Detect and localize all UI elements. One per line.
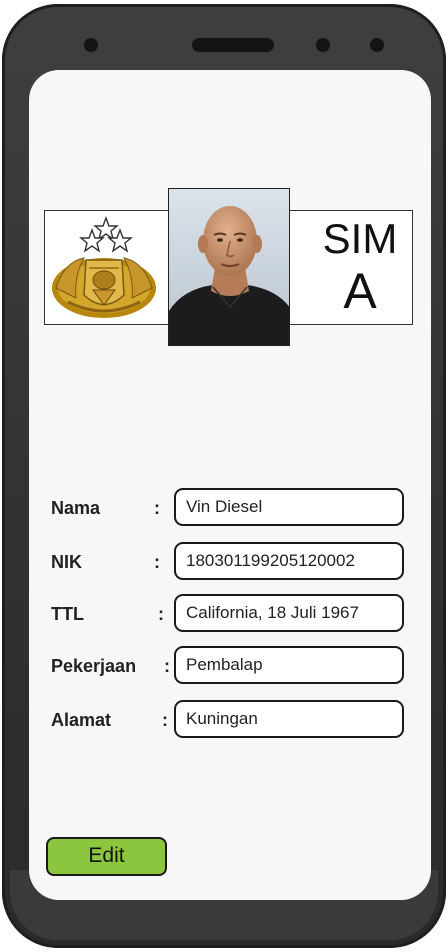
portrait-photo xyxy=(168,188,290,346)
field-colon: : xyxy=(162,710,168,730)
field-colon: : xyxy=(164,656,170,676)
sensor-dot-icon xyxy=(316,38,330,52)
license-title: SIM xyxy=(322,215,398,262)
field-row-nik: NIK : 180301199205120002 xyxy=(51,542,411,584)
field-label: TTL xyxy=(51,604,84,624)
field-label: Nama xyxy=(51,498,101,518)
license-class: A xyxy=(343,263,377,319)
field-row-pekerjaan: Pekerjaan : Pembalap xyxy=(51,646,411,688)
earpiece-speaker xyxy=(192,38,274,52)
field-row-alamat: Alamat : Kuningan xyxy=(51,700,411,742)
field-label: NIK xyxy=(51,552,82,572)
edit-button[interactable]: Edit xyxy=(46,837,167,876)
field-label: Alamat xyxy=(51,710,112,730)
front-camera-icon xyxy=(84,38,98,52)
ttl-field[interactable]: California, 18 Juli 1967 xyxy=(174,594,404,632)
nama-field[interactable]: Vin Diesel xyxy=(174,488,404,526)
alamat-field[interactable]: Kuningan xyxy=(174,700,404,738)
license-type: SIM A xyxy=(305,215,415,319)
field-colon: : xyxy=(154,552,160,572)
police-emblem-icon xyxy=(46,210,166,325)
phone-frame: SIM A Nama : Vin Diesel NIK : 1803011992… xyxy=(2,4,446,948)
sensor-dot-icon xyxy=(370,38,384,52)
nik-field[interactable]: 180301199205120002 xyxy=(174,542,404,580)
pekerjaan-field[interactable]: Pembalap xyxy=(174,646,404,684)
field-label: Pekerjaan xyxy=(51,656,137,676)
screen: SIM A Nama : Vin Diesel NIK : 1803011992… xyxy=(29,70,431,900)
field-row-nama: Nama : Vin Diesel xyxy=(51,488,411,530)
field-colon: : xyxy=(154,498,160,518)
field-colon: : xyxy=(158,604,164,624)
field-row-ttl: TTL : California, 18 Juli 1967 xyxy=(51,594,411,636)
